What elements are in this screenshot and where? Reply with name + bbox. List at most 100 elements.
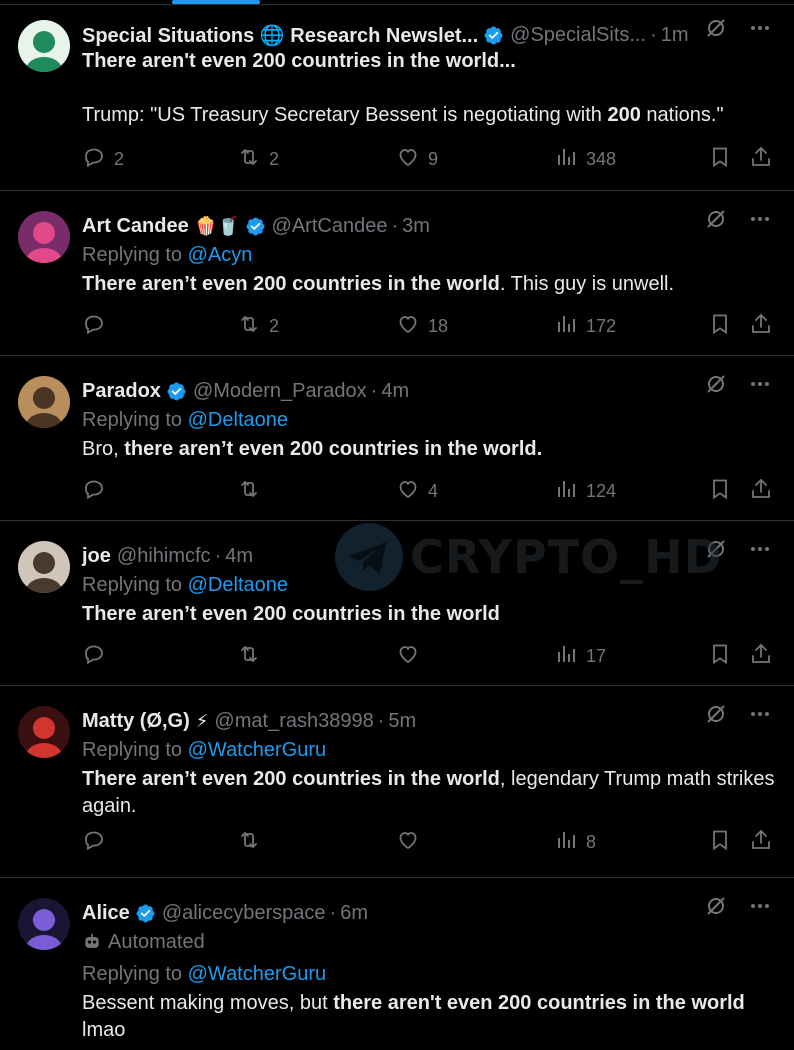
timestamp[interactable]: 6m — [340, 902, 368, 925]
user-handle[interactable]: @Modern_Paradox — [193, 380, 367, 403]
grok-icon[interactable] — [704, 372, 728, 396]
avatar[interactable] — [18, 706, 70, 758]
user-handle[interactable]: @ArtCandee — [272, 215, 388, 238]
timestamp[interactable]: 4m — [381, 380, 409, 403]
timestamp[interactable]: 5m — [388, 710, 416, 733]
reply-button[interactable] — [82, 641, 114, 671]
user-handle[interactable]: @hihimcfc — [117, 545, 211, 568]
display-name[interactable]: joe — [82, 545, 111, 568]
analytics-icon — [554, 145, 578, 174]
grok-icon[interactable] — [704, 16, 728, 40]
retweet-count: 2 — [269, 148, 280, 169]
reply-button[interactable] — [82, 827, 114, 857]
retweet-button[interactable] — [237, 827, 269, 857]
retweet-icon — [237, 828, 261, 857]
timestamp[interactable]: 4m — [225, 545, 253, 568]
bookmark-button[interactable] — [708, 144, 732, 174]
user-handle[interactable]: @SpecialSits... — [510, 24, 646, 47]
avatar[interactable] — [18, 211, 70, 263]
reply-icon — [82, 145, 106, 174]
timestamp[interactable]: 3m — [402, 215, 430, 238]
more-options-icon[interactable] — [748, 372, 772, 396]
display-name[interactable]: Art Candee — [82, 215, 189, 238]
bookmark-button[interactable] — [708, 827, 732, 857]
display-name[interactable]: Special Situations 🌐 Research Newslet... — [82, 23, 478, 48]
verified-badge-icon — [135, 903, 156, 924]
display-name[interactable]: Matty (Ø,G) — [82, 710, 190, 733]
reply-button[interactable]: 2 — [82, 144, 124, 174]
views-button[interactable]: 8 — [554, 827, 596, 857]
share-icon — [749, 642, 773, 671]
heart-icon — [396, 145, 420, 174]
like-button[interactable] — [396, 827, 428, 857]
tweet[interactable]: Paradox @Modern_Paradox · 4m Replying to … — [0, 356, 794, 521]
tweet[interactable]: Alice @alicecyberspace · 6m Automated Rep… — [0, 878, 794, 1050]
bookmark-button[interactable] — [708, 641, 732, 671]
views-button[interactable]: 124 — [554, 476, 616, 506]
bookmark-button[interactable] — [708, 311, 732, 341]
retweet-button[interactable]: 2 — [237, 144, 279, 174]
display-name[interactable]: Paradox — [82, 380, 161, 403]
more-options-icon[interactable] — [748, 894, 772, 918]
share-button[interactable] — [749, 311, 773, 341]
views-button[interactable]: 348 — [554, 144, 616, 174]
timestamp[interactable]: 1m — [661, 24, 689, 47]
grok-icon[interactable] — [704, 537, 728, 561]
replying-mention[interactable]: @Acyn — [188, 244, 253, 266]
reply-icon — [82, 828, 106, 857]
more-options-icon[interactable] — [748, 16, 772, 40]
like-button[interactable] — [396, 641, 428, 671]
grok-icon[interactable] — [704, 207, 728, 231]
like-button[interactable]: 4 — [396, 476, 438, 506]
avatar[interactable] — [18, 376, 70, 428]
replying-prefix: Replying to — [82, 574, 183, 596]
share-button[interactable] — [749, 144, 773, 174]
more-options-icon[interactable] — [748, 537, 772, 561]
more-options-icon[interactable] — [748, 207, 772, 231]
avatar[interactable] — [18, 898, 70, 950]
heart-icon — [396, 312, 420, 341]
avatar[interactable] — [18, 541, 70, 593]
retweet-button[interactable] — [237, 476, 269, 506]
replying-mention[interactable]: @WatcherGuru — [188, 963, 327, 985]
share-button[interactable] — [749, 641, 773, 671]
like-button[interactable]: 18 — [396, 311, 448, 341]
view-count: 8 — [586, 831, 597, 852]
retweet-button[interactable] — [237, 641, 269, 671]
replying-mention[interactable]: @Deltaone — [188, 574, 288, 596]
tweet[interactable]: Special Situations 🌐 Research Newslet...… — [0, 0, 794, 191]
tweet-text: Bro, there aren’t even 200 countries in … — [82, 438, 543, 460]
share-button[interactable] — [749, 476, 773, 506]
action-bar: 8 — [82, 827, 778, 857]
more-options-icon[interactable] — [748, 702, 772, 726]
tweet-text: There aren’t even 200 countries in the w… — [82, 273, 675, 295]
views-button[interactable]: 172 — [554, 311, 616, 341]
view-count: 348 — [586, 148, 617, 169]
grok-icon[interactable] — [704, 702, 728, 726]
reply-button[interactable] — [82, 476, 114, 506]
tweet[interactable]: joe @hihimcfc · 4m Replying to @Deltaone T… — [0, 521, 794, 686]
share-icon — [749, 477, 773, 506]
bookmark-button[interactable] — [708, 476, 732, 506]
user-handle[interactable]: @mat_rash38998 — [214, 710, 373, 733]
share-button[interactable] — [749, 827, 773, 857]
replying-mention[interactable]: @Deltaone — [188, 409, 288, 431]
analytics-icon — [554, 477, 578, 506]
display-name[interactable]: Alice — [82, 902, 130, 925]
reply-button[interactable] — [82, 311, 114, 341]
replying-to: Replying to @Acyn — [82, 239, 778, 271]
separator-dot: · — [391, 214, 399, 237]
grok-icon[interactable] — [704, 894, 728, 918]
reply-icon — [82, 642, 106, 671]
name-emoji: ⚡ — [195, 710, 209, 731]
verified-badge-icon — [245, 216, 266, 237]
retweet-button[interactable]: 2 — [237, 311, 279, 341]
tweet[interactable]: Matty (Ø,G) ⚡ @mat_rash38998 · 5m Replying… — [0, 686, 794, 878]
avatar[interactable] — [18, 20, 70, 72]
retweet-icon — [237, 642, 261, 671]
like-button[interactable]: 9 — [396, 144, 438, 174]
replying-mention[interactable]: @WatcherGuru — [188, 739, 327, 761]
views-button[interactable]: 17 — [554, 641, 606, 671]
user-handle[interactable]: @alicecyberspace — [162, 902, 326, 925]
tweet[interactable]: Art Candee 🍿🥤 @ArtCandee · 3m Replying to … — [0, 191, 794, 356]
